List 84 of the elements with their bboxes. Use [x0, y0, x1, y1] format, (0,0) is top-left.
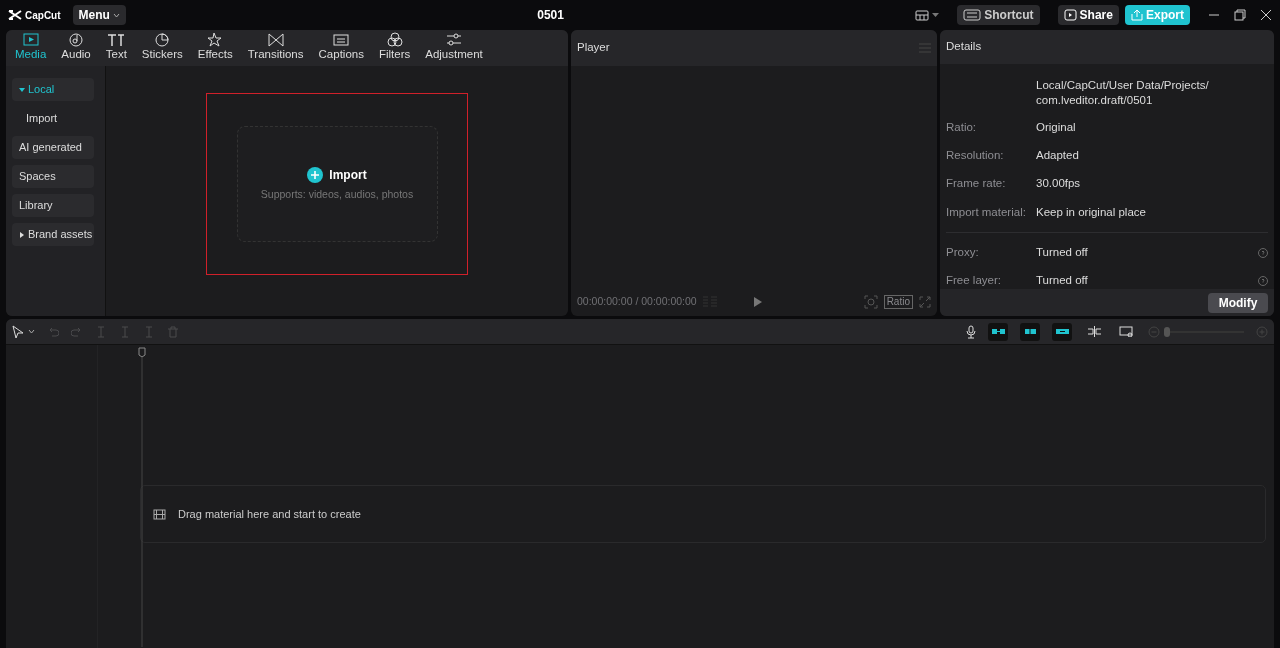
detail-label: Free layer:: [946, 273, 1002, 289]
split-view-icon: [1086, 326, 1102, 337]
slider-thumb[interactable]: [1164, 326, 1170, 337]
link-icon: [990, 326, 1006, 337]
help-icon[interactable]: [1258, 275, 1268, 286]
tab[interactable]: Transitions: [241, 30, 310, 64]
app-name: CapCut: [25, 8, 61, 23]
tab[interactable]: Media: [9, 30, 53, 64]
split-icon[interactable]: [119, 325, 131, 338]
help-icon[interactable]: [1258, 247, 1268, 258]
sidebar-item[interactable]: AI generated: [12, 136, 94, 159]
caret-icon: [932, 12, 940, 18]
ratio-button[interactable]: Ratio: [883, 295, 913, 309]
tab-icon: [67, 31, 86, 49]
detail-label: Ratio:: [946, 119, 978, 135]
tab[interactable]: Filters: [372, 30, 417, 64]
sidebar-item[interactable]: Library: [12, 194, 94, 217]
tab-icon: [332, 31, 351, 49]
sidebar-item[interactable]: Brand assets: [12, 223, 94, 246]
link-icon: [1054, 326, 1070, 337]
tab[interactable]: Adjustment: [419, 30, 489, 64]
detail-value: Turned off: [1036, 273, 1088, 289]
split-icon[interactable]: [143, 325, 155, 338]
tab[interactable]: Stickers: [135, 30, 189, 64]
detail-value: 30.00fps: [1036, 176, 1081, 192]
close-icon[interactable]: [1260, 9, 1272, 21]
fullscreen-icon[interactable]: [919, 296, 931, 308]
play-icon: [1063, 9, 1077, 21]
detail-label: Import material:: [946, 204, 1027, 220]
detail-value: Original: [1036, 119, 1076, 135]
import-label: Import: [329, 166, 367, 184]
detail-value: Turned off: [1036, 244, 1088, 260]
detail-value: Adapted: [1036, 148, 1079, 164]
film-icon: [153, 508, 166, 520]
microphone-icon[interactable]: [966, 324, 976, 339]
redo-icon[interactable]: [71, 325, 83, 338]
sidebar-item[interactable]: Local: [12, 78, 94, 101]
tab-icon: [385, 31, 404, 49]
sidebar-item[interactable]: Spaces: [12, 165, 94, 188]
detail-label: Frame rate:: [946, 176, 1007, 192]
tab-icon: [21, 31, 40, 49]
keyboard-icon: [963, 9, 982, 21]
tab-icon: [153, 31, 172, 49]
caret-icon[interactable]: [28, 329, 35, 334]
toggle-button[interactable]: [1052, 322, 1072, 341]
cursor-icon[interactable]: [12, 324, 24, 339]
import-button[interactable]: Import Supports: videos, audios, photos: [236, 126, 438, 242]
tab[interactable]: Text: [99, 30, 133, 64]
timecode: 00:00:00:00 / 00:00:00:00: [577, 294, 697, 310]
tab[interactable]: Effects: [191, 30, 239, 64]
toggle-button[interactable]: [1020, 322, 1040, 341]
logo-icon: [8, 10, 22, 20]
share-button[interactable]: Share: [1057, 5, 1119, 25]
split-icon[interactable]: [95, 325, 107, 338]
menu-button[interactable]: Menu: [72, 5, 126, 25]
modify-button[interactable]: Modify: [1208, 292, 1268, 313]
panel-title: Player: [577, 40, 610, 56]
dropzone-hint: Drag material here and start to create: [178, 506, 361, 522]
detail-label: Proxy:: [946, 244, 980, 260]
layout-button[interactable]: [915, 9, 940, 21]
preview-icon: [1118, 326, 1134, 337]
project-path: Local/CapCut/User Data/Projects/ com.lveditor.draft/0501: [1036, 78, 1210, 108]
shortcut-button[interactable]: Shortcut: [957, 5, 1040, 25]
tab[interactable]: Audio: [55, 30, 97, 64]
sidebar-item[interactable]: Import: [12, 107, 94, 130]
caret-icon: [112, 12, 120, 18]
play-icon[interactable]: [752, 296, 763, 308]
panel-title: Details: [946, 39, 982, 55]
tab-icon: [266, 31, 285, 49]
restore-icon[interactable]: [1234, 9, 1246, 21]
project-title: 0501: [536, 7, 564, 24]
delete-icon[interactable]: [167, 325, 179, 338]
tab[interactable]: Captions: [312, 30, 370, 64]
detail-value: Keep in original place: [1036, 204, 1146, 220]
layout-icon: [915, 9, 930, 21]
detail-label: Resolution:: [946, 148, 1005, 164]
upload-icon: [1130, 9, 1143, 21]
plus-icon: [307, 166, 324, 183]
focus-icon[interactable]: [863, 295, 878, 309]
undo-icon[interactable]: [47, 325, 59, 338]
tab-icon: [107, 31, 126, 49]
snap-icon: [1022, 326, 1038, 337]
import-hint: Supports: videos, audios, photos: [260, 186, 414, 202]
toggle-button[interactable]: [988, 322, 1008, 341]
